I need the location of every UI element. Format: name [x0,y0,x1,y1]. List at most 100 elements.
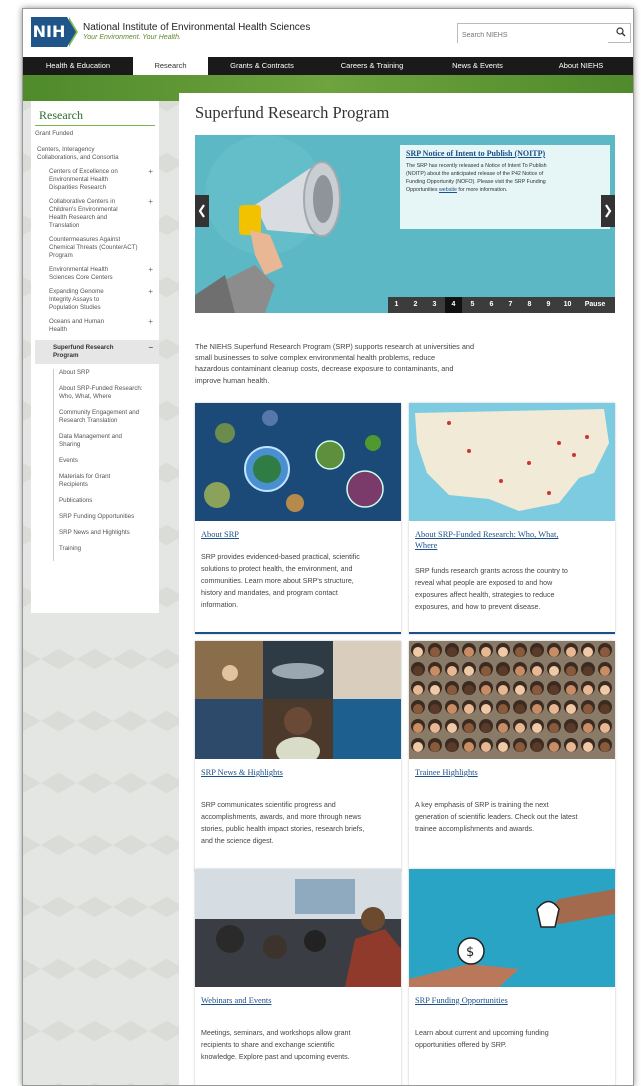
sidebar-subitem[interactable]: Publications [54,497,159,513]
card-title-link[interactable]: About SRP-Funded Research: Who, What, Whe… [415,529,611,551]
collapse-minus-icon[interactable]: − [148,344,153,352]
sidebar-item-current[interactable]: Superfund Research Program − [35,340,159,364]
sidebar-subitem[interactable]: Materials for Grant Recipients [54,473,159,497]
card-desc-line: trainee accomplishments and awards. [415,825,535,833]
feature-card: SRP News & Highlights SRP communicates sc… [195,641,401,872]
card-image[interactable] [195,403,401,521]
card-description: SRP communicates scientific progress and… [201,799,397,847]
card-illustration [195,403,401,521]
sidebar-item[interactable]: Expanding Genome Integrity Assays to Popul… [31,288,159,318]
card-desc-line: SRP communicates scientific progress and [201,801,336,809]
carousel-page-10[interactable]: 10 [559,297,576,313]
nav-item-about-niehs[interactable]: About NIEHS [527,57,633,75]
sidebar-subnav: About SRP About SRP-Funded Research: Who, … [53,369,159,561]
carousel-page-9[interactable]: 9 [540,297,557,313]
nav-item-news-events[interactable]: News & Events [428,57,527,75]
carousel-page-4[interactable]: 4 [445,297,462,313]
carousel-page-2[interactable]: 2 [407,297,424,313]
card-title-link[interactable]: SRP Funding Opportunities [415,995,611,1006]
sidebar-subitem[interactable]: SRP News and Highlights [54,529,159,545]
sidebar-subitem[interactable]: Events [54,457,159,473]
sidebar-subitem[interactable]: Data Management and Sharing [54,433,159,457]
card-description: A key emphasis of SRP is training the ne… [415,799,611,835]
institute-name[interactable]: National Institute of Environmental Heal… [83,22,310,33]
sidebar-item[interactable]: Countermeasures Against Chemical Threats … [31,236,159,266]
card-desc-line: exposures, and how to prevent disease. [415,603,541,611]
sidebar-heading[interactable]: Research [35,101,155,126]
sidebar-item[interactable]: Environmental Health Sciences Core Center… [31,266,159,288]
sidebar-subitem[interactable]: Training [54,545,159,561]
intro-paragraph: The NIEHS Superfund Research Program (SR… [195,341,525,386]
sidebar-line: SRP News and Highlights [59,529,130,536]
sidebar-line: Oceans and Human [49,318,105,325]
card-image[interactable] [409,403,615,521]
card-desc-line: SRP funds research grants across the cou… [415,567,568,575]
nav-item-grants-contracts[interactable]: Grants & Contracts [208,57,316,75]
card-title-line: About SRP-Funded Research: Who, What, [415,530,559,539]
carousel-page-8[interactable]: 8 [521,297,538,313]
intro-line: The NIEHS Superfund Research Program (SR… [195,342,475,351]
card-image[interactable] [195,869,401,987]
card-title-link[interactable]: About SRP [201,529,397,540]
browser-page: NIH National Institute of Environmental … [22,8,634,1086]
carousel-text-line: The SRP has recently released a Notice o… [406,163,547,169]
intro-line: small businesses to solve complex enviro… [195,353,436,363]
carousel-pause-button[interactable]: Pause [578,297,612,313]
sidebar-line: Research Translation [59,417,118,424]
expand-plus-icon[interactable]: + [148,168,153,176]
sidebar-line: Expanding Genome [49,288,104,295]
sidebar-item[interactable]: Collaborative Centers in Children's Envir… [31,198,159,236]
carousel-website-link[interactable]: website [439,187,457,193]
card-image[interactable] [409,641,615,759]
expand-plus-icon[interactable]: + [148,318,153,326]
sidebar-subitem[interactable]: SRP Funding Opportunities [54,513,159,529]
card-title-link[interactable]: SRP News & Highlights [201,767,397,778]
sidebar-line: Materials for Grant [59,473,111,480]
carousel-page-1[interactable]: 1 [388,297,405,313]
sidebar-subitem[interactable]: Community Engagement and Research Transla… [54,409,159,433]
card-image[interactable]: $ [409,869,615,987]
card-description: Meetings, seminars, and workshops allow … [201,1027,397,1063]
carousel-title-link[interactable]: SRP Notice of Intent to Publish (NOITP) [406,149,604,158]
card-title-link[interactable]: Webinars and Events [201,995,397,1006]
nav-item-research[interactable]: Research [133,57,208,75]
card-desc-line: history and mandates, and program contac… [201,589,338,597]
carousel-page-5[interactable]: 5 [464,297,481,313]
card-title-link[interactable]: Trainee Highlights [415,767,611,778]
carousel-page-6[interactable]: 6 [483,297,500,313]
expand-plus-icon[interactable]: + [148,266,153,274]
carousel-page-7[interactable]: 7 [502,297,519,313]
sidebar-item[interactable]: Oceans and Human Health + [31,318,159,340]
carousel-prev-button[interactable] [195,195,209,227]
search-icon[interactable] [616,27,626,37]
sidebar-line: Publications [59,497,93,504]
sidebar-line: Chemical Threats (CounterACT) [49,244,138,251]
sidebar-subitem[interactable]: About SRP [54,369,159,385]
sidebar-subitem[interactable]: About SRP-Funded Research: Who, What, Whe… [54,385,159,409]
sidebar-line: Health Research and [49,214,108,221]
expand-plus-icon[interactable]: + [148,288,153,296]
card-desc-line: and the science digest. [201,837,274,845]
carousel-page-3[interactable]: 3 [426,297,443,313]
svg-text:$: $ [466,945,474,960]
nih-logo[interactable]: NIH [31,17,67,47]
sidebar-item[interactable]: Centers of Excellence on Environmental He… [31,168,159,198]
sidebar-line: Who, What, Where [59,393,112,400]
sidebar-item-grant-funded[interactable]: Grant Funded [31,130,159,146]
carousel-next-button[interactable] [601,195,615,227]
card-description: SRP provides evidenced-based practical, … [201,551,397,611]
institute-tagline: Your Environment. Your Health. [83,34,181,41]
card-image[interactable] [195,641,401,759]
intro-line: hazardous contaminant cleanup costs, dec… [195,364,454,374]
nav-item-health-education[interactable]: Health & Education [23,57,133,75]
card-title-line: About SRP [201,530,239,539]
sidebar-line: Health [49,326,67,333]
card-desc-line: generation of scientific leaders. Check … [415,813,578,821]
card-desc-line: Meetings, seminars, and workshops allow … [201,1029,351,1037]
card-desc-line: reveal what people are exposed to and ho… [415,579,553,587]
expand-plus-icon[interactable]: + [148,198,153,206]
search-input[interactable] [458,26,608,45]
nav-item-careers-training[interactable]: Careers & Training [316,57,428,75]
sidebar-line: Collaborative Centers in [49,198,116,205]
sidebar-item-centers[interactable]: Centers, Interagency Collaborations, and… [31,146,159,168]
